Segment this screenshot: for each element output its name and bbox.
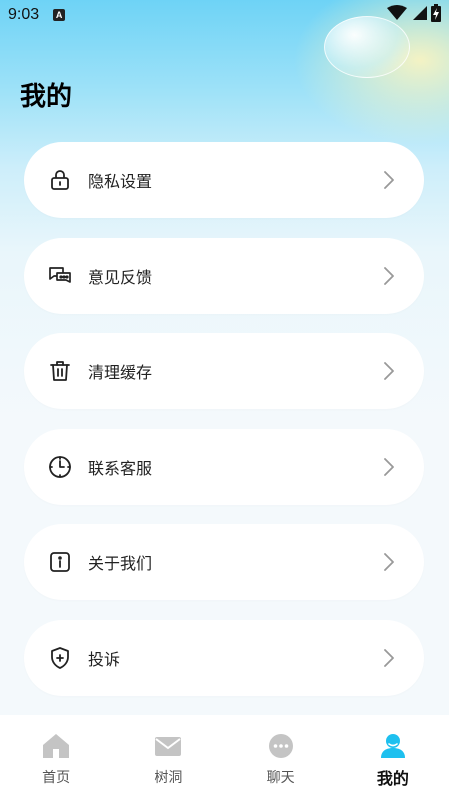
menu-item-complaint[interactable]: 投诉 — [24, 619, 424, 696]
page-title: 我的 — [20, 82, 73, 112]
status-bar: 9:03 A — [0, 0, 449, 30]
menu-item-label: 投诉 — [88, 649, 121, 669]
tab-label: 首页 — [42, 770, 71, 786]
tab-chat[interactable]: 聊天 — [225, 715, 337, 798]
menu-item-label: 隐私设置 — [88, 172, 153, 191]
chat-dots-icon — [267, 733, 295, 763]
chat-bubbles-icon — [48, 264, 72, 288]
tab-label: 树洞 — [154, 770, 183, 786]
menu-item-clear-cache[interactable]: 清理缓存 — [24, 333, 424, 410]
chevron-right-icon — [382, 170, 396, 190]
menu-item-feedback[interactable]: 意见反馈 — [24, 237, 424, 314]
user-icon — [379, 733, 407, 763]
chevron-right-icon — [382, 361, 396, 381]
battery-charging-icon — [431, 4, 441, 26]
menu-item-label: 关于我们 — [88, 554, 153, 574]
signal-icon — [411, 5, 427, 25]
menu-item-privacy-settings[interactable]: 隐私设置 — [24, 142, 424, 218]
tab-label: 聊天 — [266, 770, 295, 786]
menu-item-label: 清理缓存 — [88, 363, 153, 383]
bottom-tab-bar: 首页 树洞 聊天 我的 — [0, 715, 449, 798]
tab-mine[interactable]: 我的 — [337, 715, 449, 798]
status-badge: A — [53, 9, 66, 21]
settings-menu: 隐私设置 意见反馈 清理缓存 联系客服 关于我们 投诉 — [24, 142, 424, 716]
tab-tree-hole[interactable]: 树洞 — [112, 715, 224, 798]
clock-icon — [48, 455, 72, 479]
status-time: 9:03 — [8, 6, 40, 23]
wifi-icon — [387, 5, 407, 25]
home-icon — [42, 733, 70, 763]
menu-item-label: 意见反馈 — [88, 267, 153, 287]
chevron-right-icon — [382, 266, 396, 286]
tab-label: 我的 — [376, 769, 409, 788]
tab-home[interactable]: 首页 — [0, 715, 112, 798]
menu-item-about-us[interactable]: 关于我们 — [24, 524, 424, 601]
trash-icon — [48, 359, 72, 383]
info-icon — [48, 550, 72, 574]
chevron-right-icon — [382, 457, 396, 477]
menu-item-contact-support[interactable]: 联系客服 — [24, 428, 424, 505]
mail-icon — [154, 733, 182, 763]
lock-icon — [48, 168, 72, 192]
chevron-right-icon — [382, 552, 396, 572]
shield-icon — [48, 646, 72, 670]
chevron-right-icon — [382, 648, 396, 668]
menu-item-label: 联系客服 — [88, 458, 153, 478]
